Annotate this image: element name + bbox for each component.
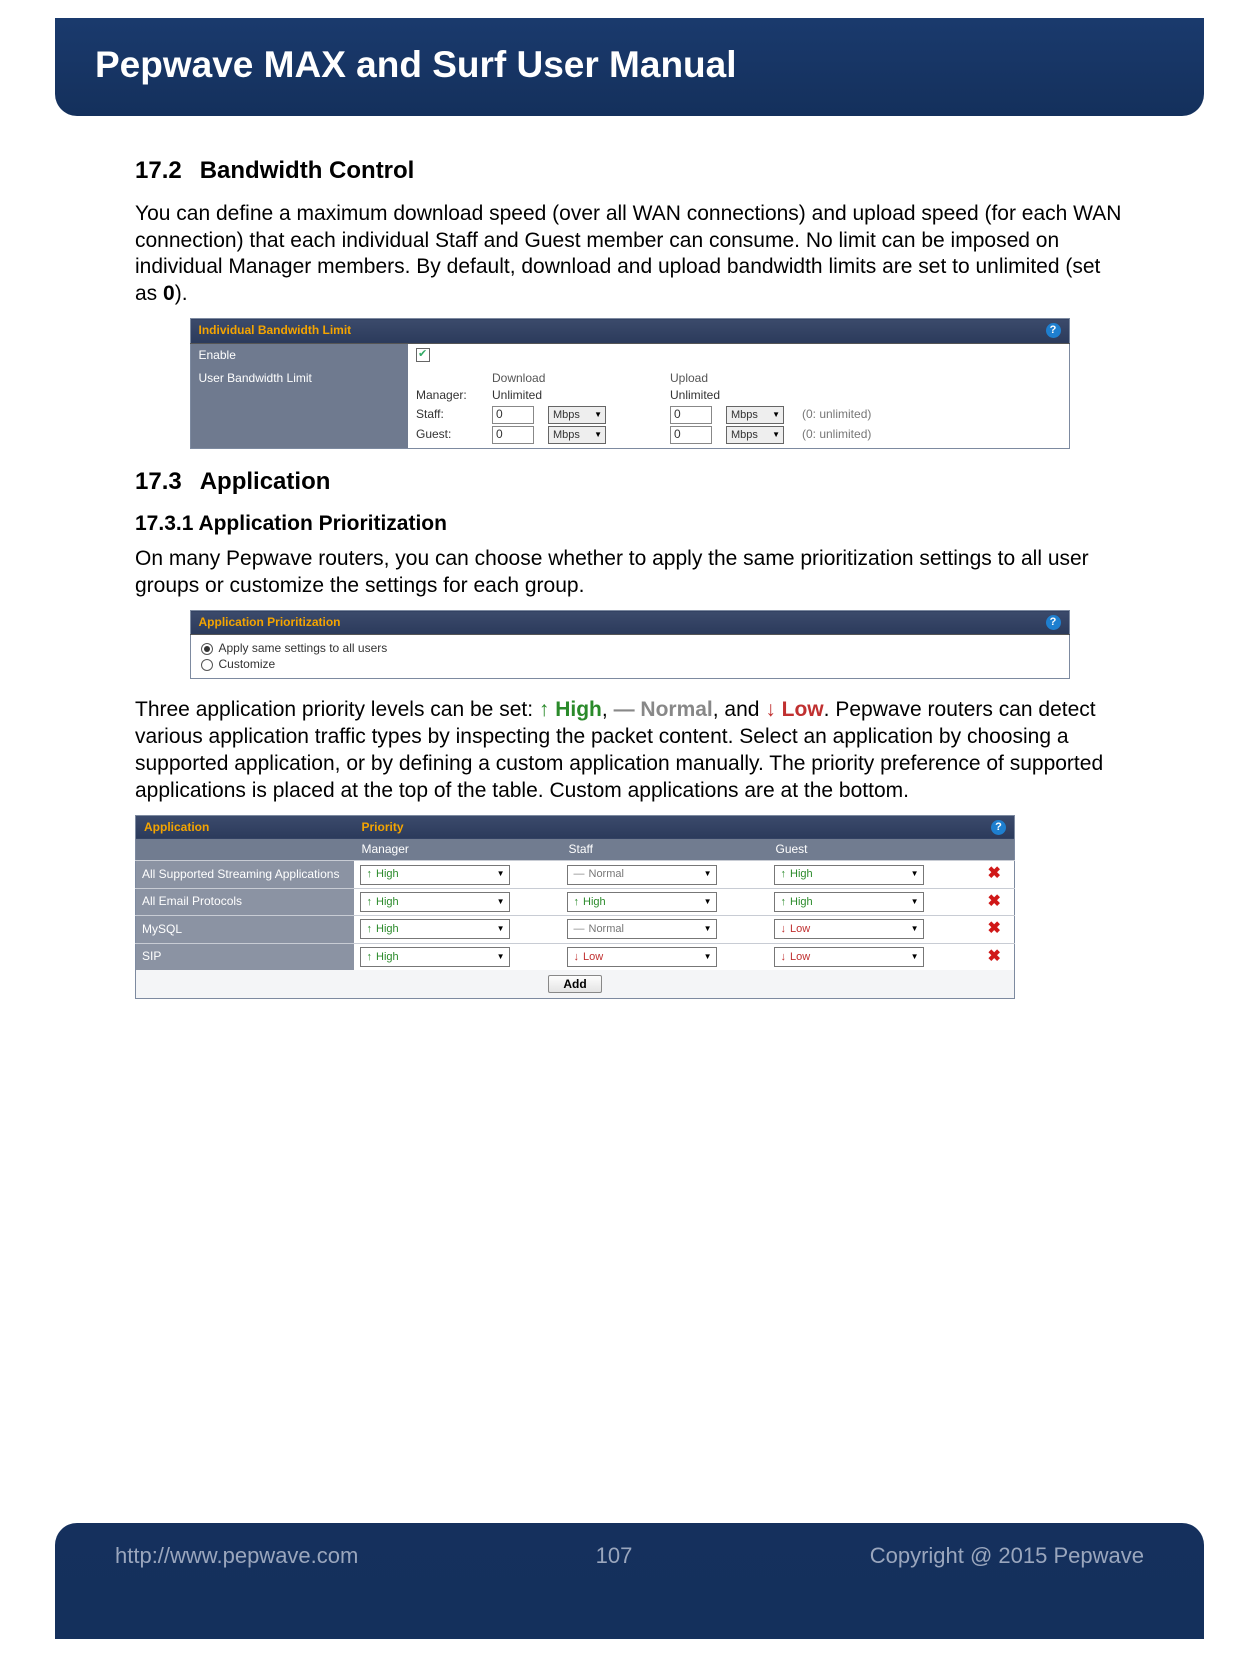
table-row: SIP ↑High ↓Low ↓Low ✖ bbox=[136, 943, 1015, 970]
section-number: 17.3 bbox=[135, 467, 182, 498]
manager-row-label: Manager: bbox=[416, 388, 486, 403]
section-title: Application bbox=[200, 468, 331, 495]
priority-select[interactable]: ↑High bbox=[774, 892, 924, 912]
document-header: Pepwave MAX and Surf User Manual bbox=[55, 18, 1204, 116]
col-guest: Guest bbox=[768, 839, 975, 861]
help-icon[interactable]: ? bbox=[1046, 323, 1061, 338]
help-icon[interactable]: ? bbox=[1046, 615, 1061, 630]
priority-select[interactable]: ↑High bbox=[360, 892, 510, 912]
staff-download-input[interactable]: 0 bbox=[492, 406, 534, 424]
help-icon[interactable]: ? bbox=[991, 820, 1006, 835]
app-row-label: SIP bbox=[136, 943, 354, 970]
prioritization-panel: Application Prioritization ? Apply same … bbox=[190, 610, 1070, 679]
guest-download-unit-select[interactable]: Mbps bbox=[548, 426, 606, 444]
application-table-panel: Application Priority ? Manager Staff Gue… bbox=[135, 815, 1124, 1000]
staff-upload-input[interactable]: 0 bbox=[670, 406, 712, 424]
priority-select[interactable]: ↓Low bbox=[567, 947, 717, 967]
footer-page-number: 107 bbox=[596, 1543, 633, 1569]
download-header: Download bbox=[492, 371, 618, 386]
priority-select[interactable]: ↑High bbox=[567, 892, 717, 912]
footer-url: http://www.pepwave.com bbox=[115, 1543, 358, 1569]
bandwidth-grid: Download Upload Manager: Unlimited Unlim… bbox=[416, 371, 1061, 444]
manager-upload-value: Unlimited bbox=[670, 388, 796, 403]
table-row: All Email Protocols ↑High ↑High ↑High ✖ bbox=[136, 888, 1015, 915]
priority-select[interactable]: ↑High bbox=[360, 919, 510, 939]
app-row-label: All Supported Streaming Applications bbox=[136, 861, 354, 888]
section-17-3-paragraph-2: Three application priority levels can be… bbox=[135, 697, 1124, 805]
panel-title: Application Prioritization bbox=[199, 615, 341, 629]
section-17-2-paragraph: You can define a maximum download speed … bbox=[135, 201, 1124, 309]
priority-header: Priority ? bbox=[354, 815, 1015, 839]
section-number: 17.2 bbox=[135, 156, 182, 187]
priority-select[interactable]: ↓Low bbox=[774, 947, 924, 967]
radio-option-same[interactable]: Apply same settings to all users bbox=[201, 641, 1059, 656]
panel-title-row: Individual Bandwidth Limit ? bbox=[190, 319, 1069, 343]
priority-select[interactable]: ↓Low bbox=[774, 919, 924, 939]
staff-download-unit-select[interactable]: Mbps bbox=[548, 406, 606, 424]
radio-label: Apply same settings to all users bbox=[219, 641, 388, 655]
panel-title-row: Application Prioritization ? bbox=[190, 611, 1069, 635]
staff-row-label: Staff: bbox=[416, 407, 486, 422]
app-header: Application bbox=[136, 815, 354, 839]
delete-icon[interactable]: ✖ bbox=[981, 864, 1009, 884]
priority-select[interactable]: —Normal bbox=[567, 865, 717, 885]
document-body: 17.2 Bandwidth Control You can define a m… bbox=[55, 156, 1204, 999]
priority-select[interactable]: ↑High bbox=[360, 947, 510, 967]
enable-label: Enable bbox=[190, 343, 408, 367]
radio-label: Customize bbox=[219, 657, 276, 671]
guest-upload-unit-select[interactable]: Mbps bbox=[726, 426, 784, 444]
staff-hint: (0: unlimited) bbox=[802, 407, 922, 422]
radio-icon bbox=[201, 643, 213, 655]
guest-hint: (0: unlimited) bbox=[802, 427, 922, 442]
enable-checkbox[interactable] bbox=[416, 348, 430, 362]
document-footer: http://www.pepwave.com 107 Copyright @ 2… bbox=[55, 1523, 1204, 1639]
bandwidth-limit-panel: Individual Bandwidth Limit ? Enable User… bbox=[190, 318, 1070, 448]
guest-download-input[interactable]: 0 bbox=[492, 426, 534, 444]
table-row: All Supported Streaming Applications ↑Hig… bbox=[136, 861, 1015, 888]
subsection-17-3-1-heading: 17.3.1 Application Prioritization bbox=[135, 511, 1124, 538]
section-17-3-heading: 17.3 Application bbox=[135, 467, 1124, 498]
panel-title: Individual Bandwidth Limit bbox=[199, 323, 352, 337]
manager-download-value: Unlimited bbox=[492, 388, 618, 403]
table-row: MySQL ↑High —Normal ↓Low ✖ bbox=[136, 916, 1015, 943]
delete-icon[interactable]: ✖ bbox=[981, 947, 1009, 967]
app-row-label: MySQL bbox=[136, 916, 354, 943]
guest-upload-input[interactable]: 0 bbox=[670, 426, 712, 444]
document-title: Pepwave MAX and Surf User Manual bbox=[95, 44, 1164, 86]
radio-icon bbox=[201, 659, 213, 671]
add-button[interactable]: Add bbox=[548, 975, 601, 993]
user-bandwidth-label: User Bandwidth Limit bbox=[190, 367, 408, 448]
guest-row-label: Guest: bbox=[416, 427, 486, 442]
section-17-2-heading: 17.2 Bandwidth Control bbox=[135, 156, 1124, 187]
col-manager: Manager bbox=[354, 839, 561, 861]
col-staff: Staff bbox=[561, 839, 768, 861]
delete-icon[interactable]: ✖ bbox=[981, 919, 1009, 939]
footer-copyright: Copyright @ 2015 Pepwave bbox=[870, 1543, 1144, 1569]
radio-option-customize[interactable]: Customize bbox=[201, 657, 1059, 672]
delete-icon[interactable]: ✖ bbox=[981, 892, 1009, 912]
staff-upload-unit-select[interactable]: Mbps bbox=[726, 406, 784, 424]
upload-header: Upload bbox=[670, 371, 796, 386]
priority-select[interactable]: ↑High bbox=[360, 865, 510, 885]
priority-select[interactable]: ↑High bbox=[774, 865, 924, 885]
section-17-3-paragraph-1: On many Pepwave routers, you can choose … bbox=[135, 546, 1124, 600]
section-title: Bandwidth Control bbox=[200, 157, 415, 184]
priority-select[interactable]: —Normal bbox=[567, 919, 717, 939]
app-row-label: All Email Protocols bbox=[136, 888, 354, 915]
